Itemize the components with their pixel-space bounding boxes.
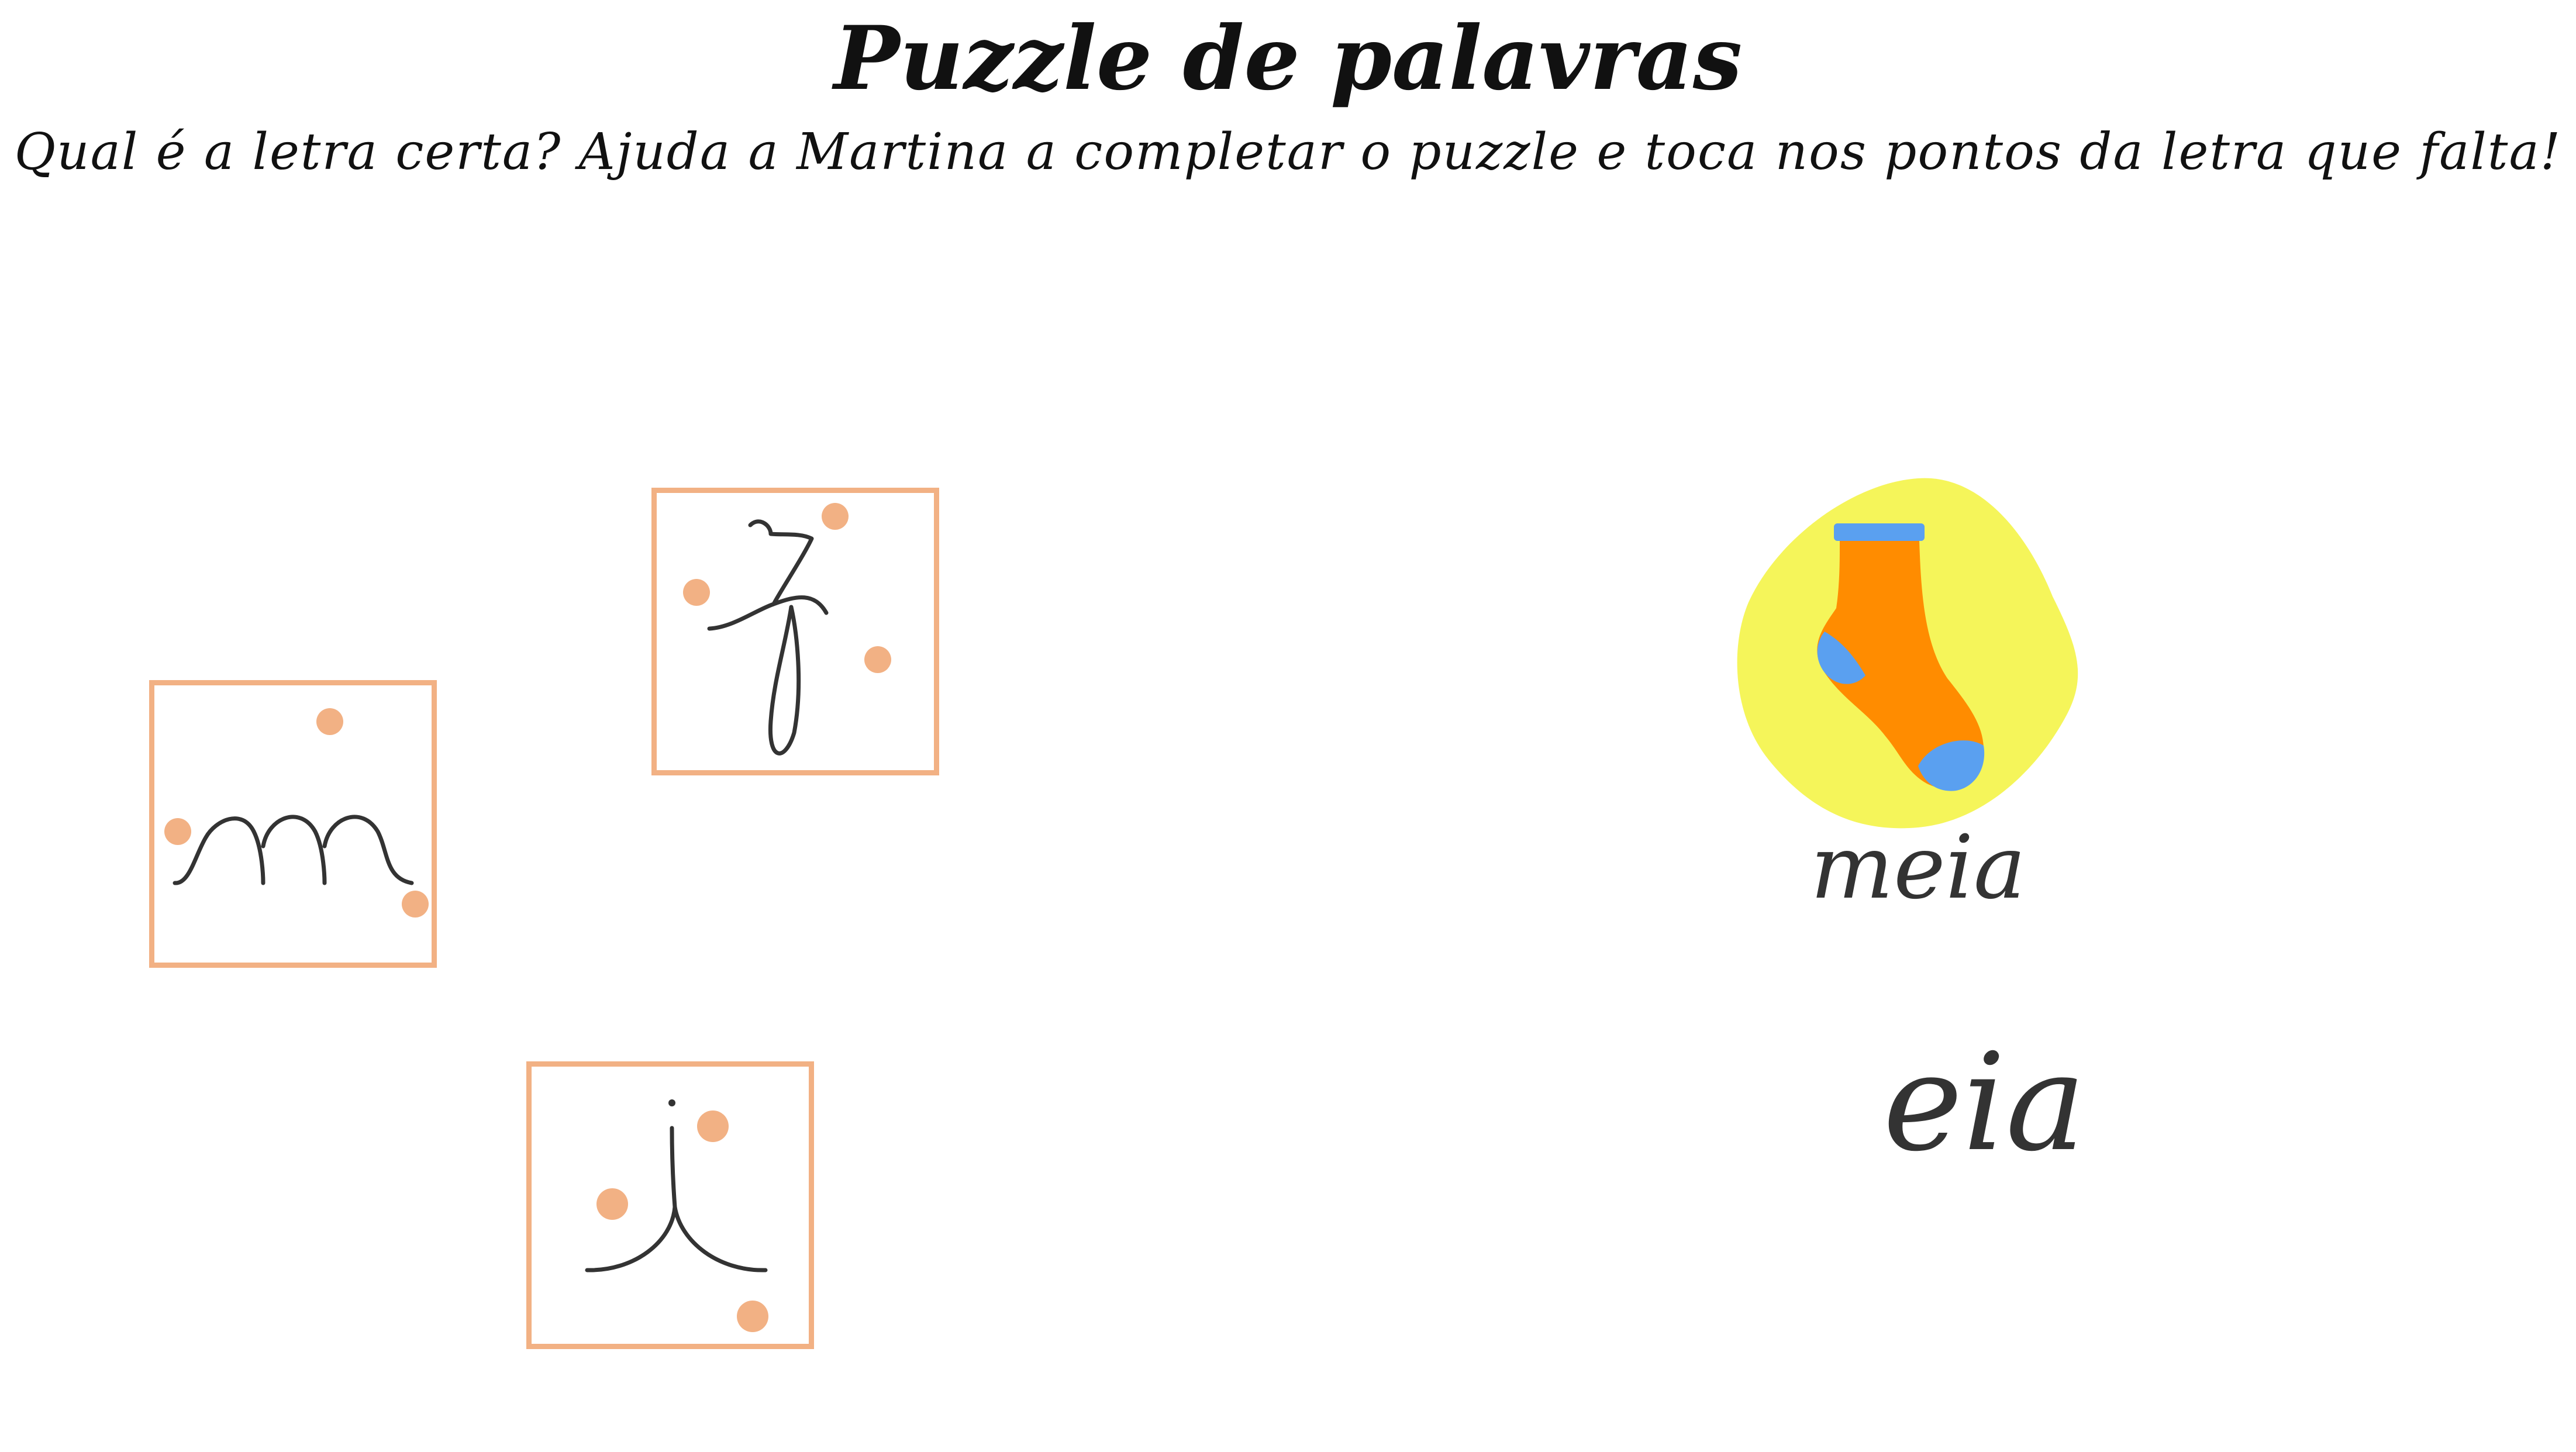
letter-j-tracing-icon (585, 1099, 768, 1332)
letter-tile-r[interactable] (651, 488, 939, 775)
trace-dot[interactable] (864, 646, 891, 673)
trace-dot[interactable] (164, 818, 191, 845)
trace-dot[interactable] (683, 579, 710, 606)
trace-dot[interactable] (596, 1188, 628, 1220)
word-picture (1725, 468, 2099, 842)
word-meia-text: meia (1811, 817, 2026, 919)
trace-dot[interactable] (697, 1110, 729, 1142)
word-label: meia (1754, 813, 2082, 930)
letter-tile-j[interactable] (526, 1061, 814, 1349)
trace-dot[interactable] (316, 708, 343, 735)
letter-dot (668, 1099, 675, 1106)
svg-text:meia: meia (1811, 817, 2026, 919)
svg-text:eia: eia (1883, 1025, 2086, 1181)
letter-m-tracing-icon (164, 708, 429, 918)
trace-dot[interactable] (822, 503, 849, 530)
letter-r-tracing-icon (683, 503, 891, 756)
trace-dot[interactable] (737, 1301, 768, 1332)
word-remainder: eia (1883, 1025, 2086, 1181)
letter-tile-m[interactable] (149, 680, 437, 968)
instructions-text: Qual é a letra certa? Ajuda a Martina a … (14, 123, 2562, 181)
page-title: Puzzle de palavras (833, 7, 1743, 110)
sock-icon (1737, 478, 2078, 829)
puzzle-word: eia (1865, 1018, 2193, 1193)
trace-dot[interactable] (402, 891, 429, 918)
